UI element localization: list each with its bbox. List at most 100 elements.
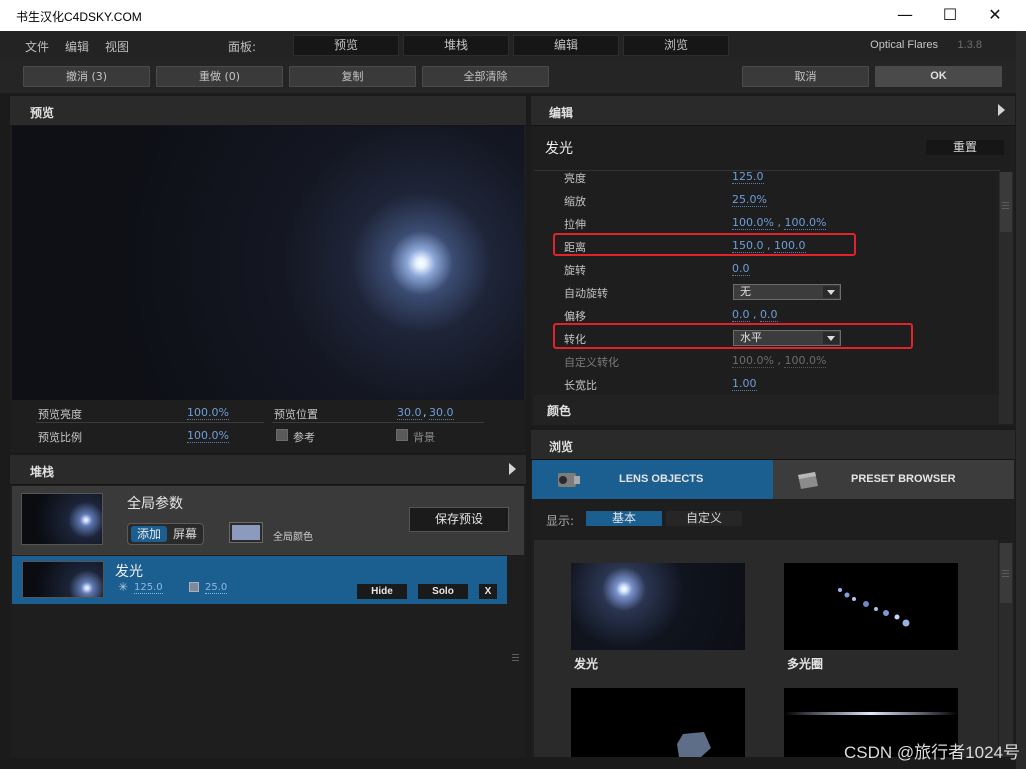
browse-item-thumb-3[interactable]	[571, 688, 745, 757]
menu-file[interactable]: 文件	[25, 38, 49, 55]
stack-panel-title: 堆栈	[30, 465, 55, 479]
edit-label-brightness: 亮度	[564, 172, 586, 185]
stack-expand-icon[interactable]	[509, 463, 516, 475]
browse-item-glow-thumb[interactable]	[571, 563, 745, 650]
scroll-grip	[512, 654, 519, 655]
ok-button[interactable]: OK	[875, 66, 1002, 87]
edit-label-stretch: 拉伸	[564, 218, 586, 231]
remove-item-button[interactable]: X	[479, 584, 497, 599]
global-color-swatch[interactable]	[229, 522, 263, 543]
filter-basic-button[interactable]: 基本	[586, 511, 662, 526]
preview-position-y[interactable]: 30.0	[429, 406, 454, 420]
edit-value-brightness[interactable]: 125.0	[732, 170, 764, 184]
hide-button[interactable]: Hide	[357, 584, 407, 599]
browse-item-multi-iris-thumb[interactable]	[784, 563, 958, 650]
edit-value-custom-transform[interactable]: 100.0% , 100.0%	[732, 354, 827, 368]
preview-panel-title: 预览	[30, 106, 55, 120]
edit-label-custom-transform: 自定义转化	[564, 356, 619, 369]
preview-scale-value[interactable]: 100.0%	[187, 429, 229, 443]
edit-value-rotation[interactable]: 0.0	[732, 262, 750, 276]
toolbar: 撤消 (3) 重做 (0) 复制 全部清除 取消 OK	[0, 59, 1026, 93]
minimize-button[interactable]: —	[882, 4, 928, 26]
global-thumbnail	[21, 493, 103, 545]
redo-button[interactable]: 重做 (0)	[156, 66, 283, 87]
preview-viewport[interactable]	[12, 126, 524, 400]
cancel-button[interactable]: 取消	[742, 66, 869, 87]
edit-value-stretch[interactable]: 100.0% , 100.0%	[732, 216, 827, 230]
edit-panel-header: 编辑	[531, 96, 1015, 126]
tab-preset-browser[interactable]: PRESET BROWSER	[773, 460, 1014, 499]
display-label: 显示:	[546, 514, 575, 528]
preview-position-x[interactable]: 30.0	[397, 406, 422, 420]
app-name: Optical Flares	[870, 39, 938, 51]
browse-panel-title: 浏览	[549, 440, 574, 454]
global-color-label: 全局颜色	[273, 532, 313, 543]
scroll-grip	[1002, 573, 1009, 574]
global-params-title: 全局参数	[127, 496, 183, 512]
edit-object-name: 发光	[545, 141, 573, 157]
clear-all-button[interactable]: 全部清除	[422, 66, 549, 87]
edit-panel-title: 编辑	[549, 106, 574, 120]
brightness-icon: ✳	[118, 580, 129, 594]
auto-rotate-dropdown[interactable]: 无	[733, 284, 841, 300]
preview-row-divider	[36, 422, 264, 423]
edit-value-scale[interactable]: 25.0%	[732, 193, 767, 207]
panel-tab-stack[interactable]: 堆栈	[403, 35, 509, 56]
stack-item-glow[interactable]: 发光 ✳ 125.0 25.0 Hide Solo X	[12, 556, 507, 604]
panel-tab-edit[interactable]: 编辑	[513, 35, 619, 56]
edit-label-scale: 缩放	[564, 195, 586, 208]
tab-lens-objects[interactable]: LENS OBJECTS	[532, 460, 773, 499]
undo-button[interactable]: 撤消 (3)	[23, 66, 150, 87]
copy-button[interactable]: 复制	[289, 66, 416, 87]
browse-scrollbar[interactable]	[999, 543, 1013, 757]
highlight-box-transform	[553, 323, 913, 349]
save-preset-button[interactable]: 保存预设	[409, 507, 509, 532]
scroll-grip	[1002, 208, 1009, 209]
menu-edit[interactable]: 编辑	[65, 38, 89, 55]
panel-label: 面板:	[228, 40, 257, 54]
reference-checkbox[interactable]	[276, 429, 288, 441]
glow-brightness-value[interactable]: 125.0	[134, 582, 163, 594]
edit-label-aspect-ratio: 长宽比	[564, 379, 597, 392]
window-title: 书生汉化C4DSKY.COM	[16, 10, 142, 24]
edit-scrollbar[interactable]	[999, 172, 1013, 424]
panel-tab-browse[interactable]: 浏览	[623, 35, 729, 56]
scroll-grip	[1002, 576, 1009, 577]
edit-label-offset: 偏移	[564, 310, 586, 323]
close-window-button[interactable]: ✕	[972, 4, 1018, 26]
menu-bar: 文件 编辑 视图 面板: 预览 堆栈 编辑 浏览 Optical Flares …	[0, 31, 1026, 59]
blend-add-option[interactable]: 添加	[131, 526, 167, 542]
preview-panel-header: 预览	[10, 96, 526, 126]
panel-tab-preview[interactable]: 预览	[293, 35, 399, 56]
background-window-edge	[1016, 31, 1026, 769]
scale-icon	[189, 582, 199, 592]
stack-global-params[interactable]: 全局参数 添加 屏幕 全局颜色 保存预设	[12, 486, 524, 555]
solo-button[interactable]: Solo	[418, 584, 468, 599]
maximize-button[interactable]: ☐	[927, 4, 973, 26]
preview-scale-label: 预览比例	[38, 431, 82, 444]
color-section-header[interactable]: 颜色	[534, 395, 1000, 425]
edit-label-rotation: 旋转	[564, 264, 586, 277]
edit-expand-icon[interactable]	[998, 104, 1005, 116]
blend-screen-option[interactable]: 屏幕	[168, 526, 202, 542]
background-label: 背景	[413, 431, 435, 444]
preview-brightness-label: 预览亮度	[38, 408, 82, 421]
menu-view[interactable]: 视图	[105, 38, 129, 55]
stack-scrollbar[interactable]	[509, 556, 523, 756]
glow-scale-value[interactable]: 25.0	[205, 582, 228, 594]
scroll-grip	[512, 657, 519, 658]
reset-button[interactable]: 重置	[926, 140, 1004, 155]
auto-rotate-selected: 无	[740, 285, 751, 298]
edit-value-offset[interactable]: 0.0 , 0.0	[732, 308, 778, 322]
preview-brightness-value[interactable]: 100.0%	[187, 406, 229, 420]
edit-divider	[534, 170, 1000, 171]
scroll-grip	[512, 660, 519, 661]
filter-custom-button[interactable]: 自定义	[666, 511, 742, 526]
watermark: CSDN @旅行者1024号	[844, 743, 1020, 762]
color-section-title: 颜色	[547, 404, 572, 418]
glow-item-name: 发光	[115, 564, 143, 580]
lens-object-icon	[556, 469, 582, 491]
background-checkbox[interactable]	[396, 429, 408, 441]
edit-value-aspect-ratio[interactable]: 1.00	[732, 377, 757, 391]
preset-browser-icon	[795, 469, 821, 491]
